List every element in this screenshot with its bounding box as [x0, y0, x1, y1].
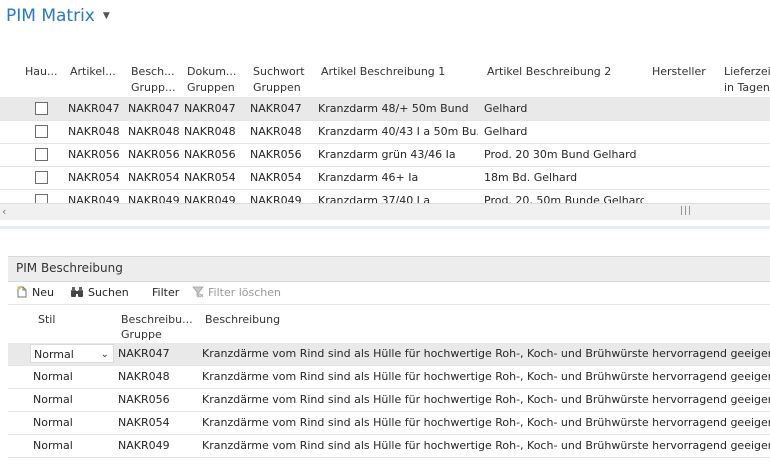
- cell-stil[interactable]: Normal: [33, 412, 73, 434]
- cell-dokument-gruppen[interactable]: NAKR047: [184, 97, 236, 120]
- cell-artikel-beschreibung-1[interactable]: Kranzdarm 37/40 I a: [318, 189, 478, 203]
- search-button[interactable]: Suchen: [70, 286, 129, 299]
- cell-artikel-beschreibung-1[interactable]: Kranzdarm 40/43 I a 50m Bu...: [318, 120, 478, 143]
- cell-artikel-beschreibung-1[interactable]: Kranzdarm 46+ Ia: [318, 166, 478, 189]
- part-toolbar: Neu Suchen Filter Filter löschen: [8, 284, 770, 305]
- cell-suchwort-gruppen[interactable]: NAKR054: [250, 166, 302, 189]
- cell-artikel[interactable]: NAKR048: [68, 120, 120, 143]
- table-row[interactable]: Normal NAKR054 Kranzdärme vom Rind sind …: [8, 412, 770, 435]
- table-row[interactable]: NAKR048 NAKR048 NAKR048 NAKR048 Kranzdar…: [0, 120, 770, 144]
- cell-beschreibung-gruppen[interactable]: NAKR047: [128, 97, 180, 120]
- cell-beschreibung[interactable]: Kranzdärme vom Rind sind als Hülle für h…: [202, 343, 770, 365]
- cell-artikel[interactable]: NAKR049: [68, 189, 120, 203]
- scrollbar-grip-icon[interactable]: |||: [680, 206, 692, 216]
- clear-filter-label: Filter löschen: [208, 286, 282, 299]
- cell-beschreibung[interactable]: Kranzdärme vom Rind sind als Hülle für h…: [202, 366, 770, 388]
- table-row[interactable]: NAKR054 NAKR054 NAKR054 NAKR054 Kranzdar…: [0, 166, 770, 190]
- cell-stil[interactable]: Normal: [33, 435, 73, 457]
- part-header: PIM Beschreibung: [8, 256, 770, 282]
- cell-artikel-beschreibung-1[interactable]: Kranzdarm 48/+ 50m Bund: [318, 97, 478, 120]
- stil-select[interactable]: Normal ⌄: [30, 344, 114, 363]
- cell-suchwort-gruppen[interactable]: NAKR047: [250, 97, 302, 120]
- col-header-beschreibung-gruppen[interactable]: Besch... Grupp...: [131, 64, 181, 96]
- new-button-label: Neu: [32, 286, 54, 299]
- chevron-down-icon: ⌄: [100, 349, 109, 360]
- hauptartikel-checkbox[interactable]: [35, 148, 48, 161]
- cell-artikel-beschreibung-2[interactable]: Gelhard: [484, 97, 644, 120]
- search-button-label: Suchen: [88, 286, 129, 299]
- filter-button[interactable]: Filter: [152, 286, 179, 299]
- cell-gruppe[interactable]: NAKR049: [118, 435, 170, 457]
- scroll-left-icon[interactable]: ‹: [2, 205, 6, 218]
- hauptartikel-checkbox[interactable]: [35, 194, 48, 203]
- col-header-lieferzeit[interactable]: Lieferzeit in Tagen: [724, 64, 770, 96]
- col-header-suchwort-gruppen[interactable]: Suchwort Gruppen: [253, 64, 313, 96]
- cell-gruppe[interactable]: NAKR047: [118, 343, 170, 365]
- cell-gruppe[interactable]: NAKR056: [118, 389, 170, 411]
- cell-artikel[interactable]: NAKR054: [68, 166, 120, 189]
- new-document-icon: [17, 286, 27, 298]
- cell-beschreibung-gruppen[interactable]: NAKR056: [128, 143, 180, 166]
- col-header-stil[interactable]: Stil: [38, 312, 55, 327]
- cell-artikel[interactable]: NAKR056: [68, 143, 120, 166]
- table-row[interactable]: Normal ⌄ NAKR047 Kranzdärme vom Rind sin…: [8, 343, 770, 366]
- cell-suchwort-gruppen[interactable]: NAKR056: [250, 143, 302, 166]
- cell-beschreibung-gruppen[interactable]: NAKR049: [128, 189, 180, 203]
- page-title-menu[interactable]: PIM Matrix ▼: [6, 6, 110, 26]
- row-selector[interactable]: [0, 97, 20, 120]
- cell-stil[interactable]: Normal: [33, 389, 73, 411]
- cell-stil[interactable]: Normal: [33, 366, 73, 388]
- cell-suchwort-gruppen[interactable]: NAKR048: [250, 120, 302, 143]
- chevron-down-icon: ▼: [102, 11, 110, 21]
- cell-artikel-beschreibung-1[interactable]: Kranzdarm grün 43/46 Ia: [318, 143, 478, 166]
- col-header-dokument-gruppen[interactable]: Dokum... Gruppen: [187, 64, 247, 96]
- horizontal-scrollbar[interactable]: ‹ |||: [0, 203, 770, 220]
- hauptartikel-checkbox[interactable]: [35, 125, 48, 138]
- cell-beschreibung-gruppen[interactable]: NAKR054: [128, 166, 180, 189]
- page-title: PIM Matrix: [6, 6, 95, 26]
- cell-dokument-gruppen[interactable]: NAKR048: [184, 120, 236, 143]
- table-row[interactable]: Normal NAKR049 Kranzdärme vom Rind sind …: [8, 435, 770, 458]
- cell-artikel-beschreibung-2[interactable]: Prod. 20 30m Bund Gelhard: [484, 143, 644, 166]
- cell-dokument-gruppen[interactable]: NAKR056: [184, 143, 236, 166]
- cell-beschreibung-gruppen[interactable]: NAKR048: [128, 120, 180, 143]
- table-row[interactable]: Normal NAKR048 Kranzdärme vom Rind sind …: [8, 366, 770, 389]
- cell-beschreibung[interactable]: Kranzdärme vom Rind sind als Hülle für h…: [202, 389, 770, 411]
- cell-gruppe[interactable]: NAKR048: [118, 366, 170, 388]
- col-header-beschreibung[interactable]: Beschreibung: [205, 312, 280, 327]
- col-header-artikel-beschreibung-2[interactable]: Artikel Beschreibung 2: [487, 64, 611, 80]
- cell-artikel-beschreibung-2[interactable]: Gelhard: [484, 120, 644, 143]
- part-title: PIM Beschreibung: [16, 261, 123, 275]
- cell-beschreibung[interactable]: Kranzdärme vom Rind sind als Hülle für h…: [202, 435, 770, 457]
- col-header-artikel-beschreibung-1[interactable]: Artikel Beschreibung 1: [321, 64, 445, 80]
- binoculars-icon: [71, 287, 83, 297]
- cell-gruppe[interactable]: NAKR054: [118, 412, 170, 434]
- table-row[interactable]: Normal NAKR056 Kranzdärme vom Rind sind …: [8, 389, 770, 412]
- table-row[interactable]: NAKR056 NAKR056 NAKR056 NAKR056 Kranzdar…: [0, 143, 770, 167]
- table-row[interactable]: NAKR049 NAKR049 NAKR049 NAKR049 Kranzdar…: [0, 189, 770, 203]
- table-row[interactable]: NAKR047 NAKR047 NAKR047 NAKR047 Kranzdar…: [0, 97, 770, 121]
- cell-beschreibung[interactable]: Kranzdärme vom Rind sind als Hülle für h…: [202, 412, 770, 434]
- cell-dokument-gruppen[interactable]: NAKR049: [184, 189, 236, 203]
- clear-filter-button[interactable]: Filter löschen: [192, 286, 281, 299]
- col-header-artikel[interactable]: Artikel...: [70, 64, 116, 80]
- stil-select-value: Normal: [34, 348, 74, 361]
- col-header-hersteller[interactable]: Hersteller: [652, 64, 706, 80]
- col-header-beschreibung-gruppe[interactable]: Beschreibu... Gruppe: [121, 312, 196, 342]
- hauptartikel-checkbox[interactable]: [35, 102, 48, 115]
- col-header-hauptartikel[interactable]: Hau...: [25, 64, 57, 80]
- cell-artikel[interactable]: NAKR047: [68, 97, 120, 120]
- cell-suchwort-gruppen[interactable]: NAKR049: [250, 189, 302, 203]
- cell-dokument-gruppen[interactable]: NAKR054: [184, 166, 236, 189]
- clear-filter-icon: [192, 286, 204, 298]
- new-button[interactable]: Neu: [16, 286, 54, 299]
- part-separator: [0, 226, 770, 229]
- cell-artikel-beschreibung-2[interactable]: Prod. 20, 50m Bunde Gelhard: [484, 189, 644, 203]
- hauptartikel-checkbox[interactable]: [35, 171, 48, 184]
- cell-artikel-beschreibung-2[interactable]: 18m Bd. Gelhard: [484, 166, 644, 189]
